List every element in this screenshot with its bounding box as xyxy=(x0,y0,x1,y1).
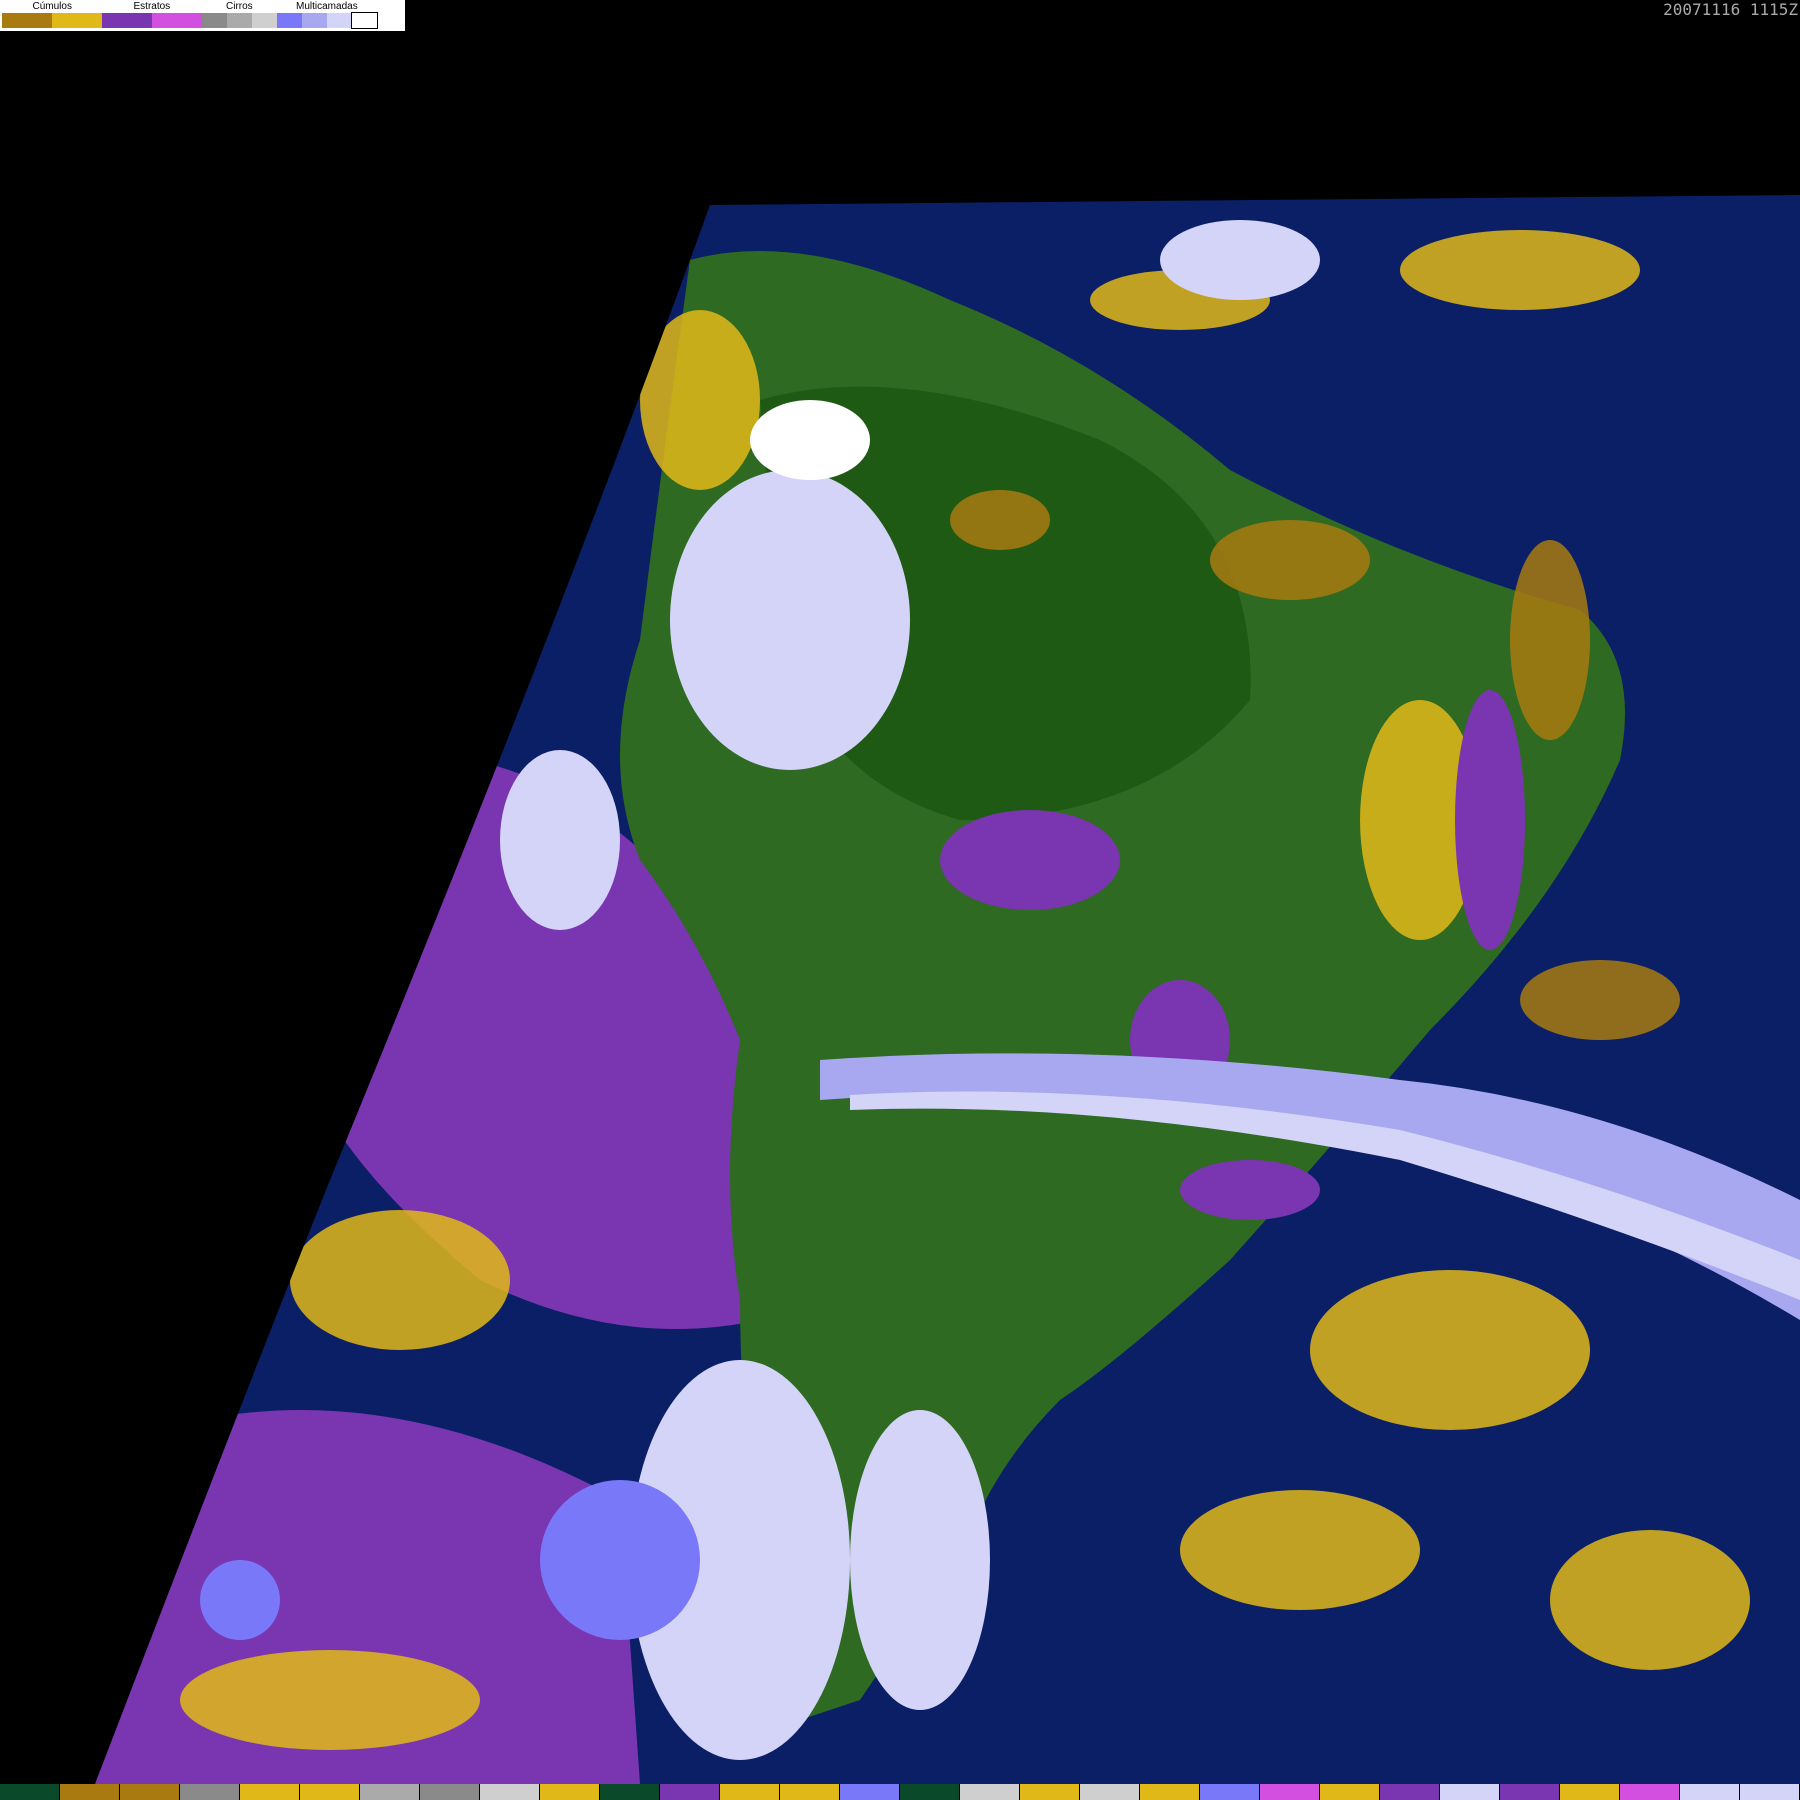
bottom-bar-cell xyxy=(360,1784,420,1800)
bottom-bar-cell xyxy=(1560,1784,1620,1800)
legend-group-label: Cúmulos xyxy=(32,1,72,12)
legend-swatch xyxy=(102,13,152,28)
bottom-bar-cell xyxy=(960,1784,1020,1800)
bottom-bar-cell xyxy=(900,1784,960,1800)
bottom-bar-cell xyxy=(1320,1784,1380,1800)
legend-swatch xyxy=(351,12,378,29)
bottom-bar-cell xyxy=(660,1784,720,1800)
satellite-cloud-map xyxy=(0,0,1800,1800)
bottom-bar-cell xyxy=(1380,1784,1440,1800)
legend-swatch xyxy=(277,13,302,28)
bottom-bar-cell xyxy=(780,1784,840,1800)
bottom-bar-cell xyxy=(0,1784,60,1800)
bottom-bar-cell xyxy=(1740,1784,1800,1800)
bottom-bar-cell xyxy=(120,1784,180,1800)
bottom-bar-cell xyxy=(1020,1784,1080,1800)
bottom-bar-cell xyxy=(840,1784,900,1800)
legend-swatch xyxy=(202,13,227,28)
legend-group-label: Cirros xyxy=(226,1,253,12)
bottom-bar-cell xyxy=(1620,1784,1680,1800)
legend-swatch xyxy=(52,13,102,28)
bottom-bar-cell xyxy=(420,1784,480,1800)
bottom-bar-cell xyxy=(1680,1784,1740,1800)
bottom-bar-cell xyxy=(180,1784,240,1800)
bottom-bar-cell xyxy=(600,1784,660,1800)
cloud-type-legend: Cúmulos Estratos Cirros Multicamadas xyxy=(0,0,405,31)
bottom-bar-cell xyxy=(1500,1784,1560,1800)
legend-swatch xyxy=(227,13,252,28)
legend-swatch xyxy=(152,13,202,28)
image-timestamp: 20071116 1115Z xyxy=(1663,0,1798,19)
bottom-bar-cell xyxy=(60,1784,120,1800)
legend-swatch xyxy=(2,13,52,28)
bottom-color-bar xyxy=(0,1784,1800,1800)
bottom-bar-cell xyxy=(720,1784,780,1800)
bottom-bar-cell xyxy=(1140,1784,1200,1800)
legend-swatch xyxy=(252,13,277,28)
bottom-bar-cell xyxy=(1200,1784,1260,1800)
legend-swatch xyxy=(302,13,327,28)
legend-group-label: Multicamadas xyxy=(296,1,358,12)
bottom-bar-cell xyxy=(1260,1784,1320,1800)
bottom-bar-cell xyxy=(480,1784,540,1800)
bottom-bar-cell xyxy=(540,1784,600,1800)
bottom-bar-cell xyxy=(1080,1784,1140,1800)
legend-swatch xyxy=(327,13,352,28)
bottom-bar-cell xyxy=(1440,1784,1500,1800)
bottom-bar-cell xyxy=(300,1784,360,1800)
bottom-bar-cell xyxy=(240,1784,300,1800)
legend-group-label: Estratos xyxy=(133,1,171,12)
